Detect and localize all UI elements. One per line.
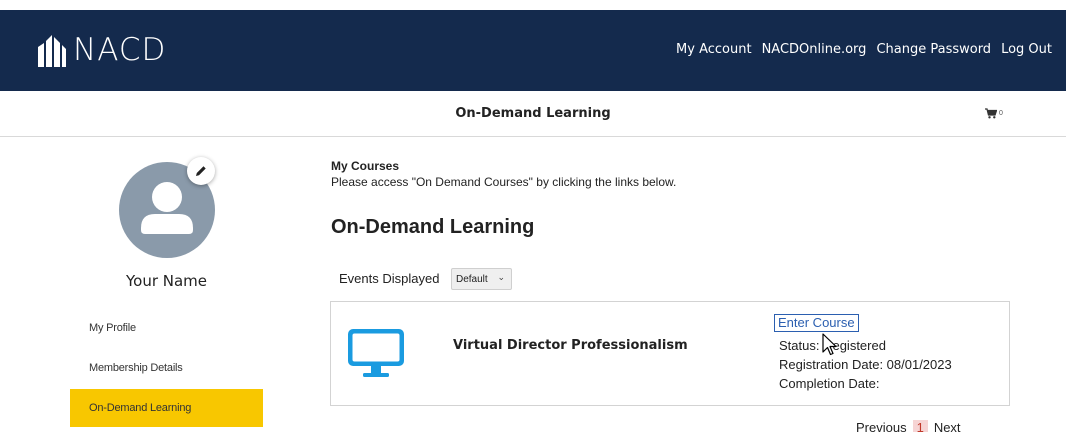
course-card: Virtual Director Professionalism Enter C… <box>330 301 1010 406</box>
pagination: Previous 1 Next <box>856 420 961 432</box>
pencil-icon <box>196 166 206 176</box>
enter-course-link[interactable]: Enter Course <box>774 314 859 332</box>
nav-log-out[interactable]: Log Out <box>1001 42 1052 57</box>
section-title: On-Demand Learning <box>331 216 535 238</box>
pagination-next[interactable]: Next <box>934 420 961 432</box>
nav-my-account[interactable]: My Account <box>676 42 752 57</box>
site-header: NACD My Account NACDOnline.org Change Pa… <box>0 10 1066 91</box>
pagination-page-current[interactable]: 1 <box>912 420 928 432</box>
cart-button[interactable]: 0 <box>985 108 1003 119</box>
nav-nacdonline[interactable]: NACDOnline.org <box>762 42 867 57</box>
edit-avatar-button[interactable] <box>187 157 215 185</box>
events-displayed-label: Events Displayed <box>339 271 440 286</box>
user-name: Your Name <box>125 272 208 290</box>
pagination-previous[interactable]: Previous <box>856 420 907 432</box>
instructions-text: Please access "On Demand Courses" by cli… <box>331 175 677 189</box>
sidebar-item-label: My Profile <box>89 322 136 334</box>
cart-count: 0 <box>999 110 1003 117</box>
events-select-value: Default <box>456 273 488 285</box>
sidebar-item-on-demand-learning[interactable]: On-Demand Learning <box>70 389 263 427</box>
page-title: On-Demand Learning <box>455 106 611 121</box>
cart-icon <box>985 108 997 119</box>
events-displayed-select[interactable]: Default ⌄ <box>451 268 512 290</box>
top-strip <box>0 0 1066 10</box>
sidebar-item-my-profile[interactable]: My Profile <box>70 309 263 347</box>
logo-text: NACD <box>73 32 167 68</box>
mouse-cursor-icon <box>822 333 837 356</box>
sidebar-item-label: Membership Details <box>89 362 183 374</box>
nacd-logo[interactable]: NACD <box>37 30 166 70</box>
sidebar-item-membership-details[interactable]: Membership Details <box>70 349 263 387</box>
monitor-icon <box>348 329 404 377</box>
nacd-logo-icon <box>38 35 66 67</box>
sidebar-item-label: On-Demand Learning <box>89 402 192 414</box>
chevron-down-icon: ⌄ <box>497 272 505 282</box>
my-courses-heading: My Courses <box>331 159 400 173</box>
completion-date: Completion Date: <box>779 376 880 391</box>
nav-change-password[interactable]: Change Password <box>876 42 991 57</box>
registration-date: Registration Date: 08/01/2023 <box>779 357 952 372</box>
subheader-bar: On-Demand Learning 0 <box>0 91 1066 137</box>
course-title: Virtual Director Professionalism <box>453 338 688 353</box>
top-nav: My Account NACDOnline.org Change Passwor… <box>676 42 1052 57</box>
